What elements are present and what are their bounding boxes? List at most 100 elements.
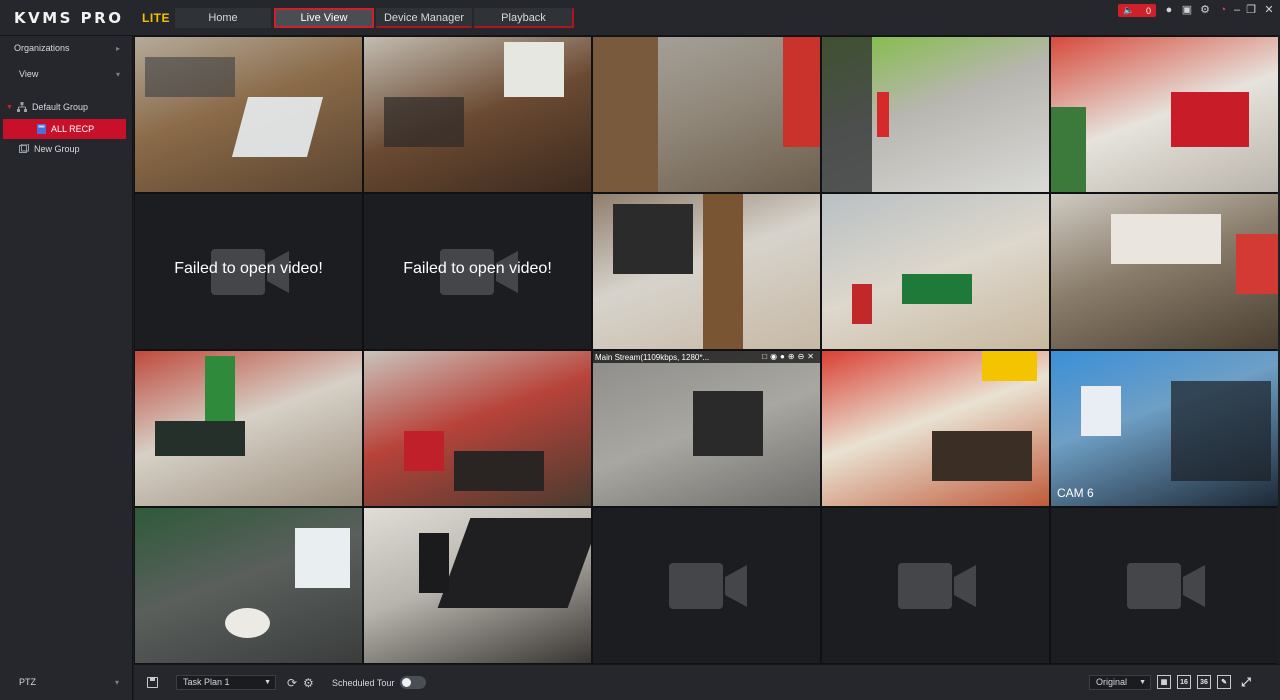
failed-message: Failed to open video! <box>174 260 323 277</box>
chevron-right-icon: ▸ <box>115 43 120 53</box>
performance-icon[interactable]: ◔ <box>1216 4 1230 17</box>
video-frame-detail <box>703 194 743 349</box>
video-cell[interactable] <box>822 37 1049 192</box>
group-tree-icon <box>16 102 27 112</box>
view-item-icon <box>37 124 46 134</box>
video-cell[interactable] <box>364 351 591 506</box>
ptz-panel[interactable]: PTZ ▾ <box>0 664 133 700</box>
video-cell[interactable] <box>1051 37 1278 192</box>
video-cell[interactable] <box>364 37 591 192</box>
video-frame-detail <box>593 37 658 192</box>
video-cell[interactable] <box>1051 194 1278 349</box>
video-frame-detail <box>1051 107 1086 192</box>
video-frame-detail <box>1111 214 1221 264</box>
tour-settings-icon[interactable]: ⚙ <box>303 676 314 690</box>
tree-new-group[interactable]: New Group <box>0 139 133 159</box>
scheduled-tour-label: Scheduled Tour <box>332 678 395 688</box>
video-cell-failed[interactable]: Failed to open video! <box>135 194 362 349</box>
failed-message: Failed to open video! <box>403 260 552 277</box>
video-frame-detail <box>932 431 1032 481</box>
default-group-label: Default Group <box>31 102 88 112</box>
tour-start-icon[interactable]: ⟳ <box>287 676 297 690</box>
video-frame-detail <box>404 431 444 471</box>
close-icon[interactable]: ✕ <box>1262 4 1276 17</box>
video-frame-detail <box>982 351 1037 381</box>
bottom-toolbar: Task Plan 1 ▼ ⟳ ⚙ Scheduled Tour Origina… <box>134 664 1280 700</box>
stream-info-bar: Main Stream(1109kbps, 1280*... □◉●⊕⊖✕ <box>593 351 820 363</box>
video-grid: Failed to open video! Failed to open vid… <box>134 36 1278 664</box>
tab-device-manager[interactable]: Device Manager <box>376 8 472 28</box>
video-cell-empty[interactable] <box>822 508 1049 663</box>
tree-default-group[interactable]: ▼ Default Group <box>0 97 133 117</box>
video-frame-detail <box>231 97 324 157</box>
video-frame-detail <box>852 284 872 324</box>
video-frame-detail <box>454 451 544 491</box>
video-frame-detail <box>613 204 693 274</box>
chevron-down-icon: ▾ <box>114 677 119 687</box>
fullscreen-icon[interactable]: ⤢ <box>1239 675 1253 689</box>
app-logo: KVMS PRO <box>14 9 124 27</box>
video-cell[interactable] <box>135 351 362 506</box>
sidebar-organizations[interactable]: Organizations ▸ <box>0 36 133 60</box>
tab-live-view[interactable]: Live View <box>274 8 374 28</box>
new-group-icon <box>19 144 29 153</box>
video-cell[interactable] <box>364 508 591 663</box>
tab-home[interactable]: Home <box>175 8 271 28</box>
video-frame-detail <box>384 97 464 147</box>
chevron-down-icon: ▾ <box>115 69 120 79</box>
video-frame-detail <box>1236 234 1278 294</box>
title-bar: KVMS PRO LITE Home Live View Device Mana… <box>0 0 1280 36</box>
video-cell[interactable] <box>822 351 1049 506</box>
video-frame-detail <box>225 608 270 638</box>
ptz-label: PTZ <box>19 677 36 687</box>
alarm-badge[interactable]: 🔈 0 <box>1118 4 1156 17</box>
video-cell[interactable]: Main Stream(1109kbps, 1280*... □◉●⊕⊖✕ <box>593 351 820 506</box>
video-frame-detail <box>822 37 872 192</box>
video-cell[interactable] <box>593 194 820 349</box>
video-cell-empty[interactable] <box>1051 508 1278 663</box>
app-edition: LITE <box>142 11 170 25</box>
video-cell[interactable]: CAM 6 <box>1051 351 1278 506</box>
camera-placeholder-icon <box>1127 563 1205 609</box>
camera-placeholder-icon <box>669 563 747 609</box>
layout-36-button[interactable]: 36 <box>1197 675 1211 689</box>
task-plan-value: Task Plan 1 <box>183 677 230 687</box>
user-icon[interactable]: ● <box>1162 4 1176 17</box>
save-view-icon[interactable] <box>147 677 158 688</box>
sidebar-view[interactable]: View ▾ <box>0 62 133 86</box>
organizations-label: Organizations <box>14 43 70 53</box>
layout-edit-icon[interactable]: ✎ <box>1217 675 1231 689</box>
gear-icon[interactable]: ⚙ <box>1198 4 1212 17</box>
video-frame-detail <box>877 92 889 137</box>
video-cell[interactable] <box>135 37 362 192</box>
camera-name: CAM 6 <box>1057 486 1094 500</box>
video-frame-detail <box>693 391 763 456</box>
video-cell-empty[interactable] <box>593 508 820 663</box>
view-mode-value: Original <box>1096 677 1128 687</box>
minimize-icon[interactable]: – <box>1230 4 1244 17</box>
layout-16-button[interactable]: 16 <box>1177 675 1191 689</box>
scheduled-tour-toggle[interactable] <box>400 676 426 689</box>
view-label: View <box>19 69 39 79</box>
layout-custom-icon[interactable]: ▦ <box>1157 675 1171 689</box>
task-plan-select[interactable]: Task Plan 1 ▼ <box>176 675 276 690</box>
sidebar: Organizations ▸ View ▾ ▼ Default Group A… <box>0 36 133 664</box>
tree-item-all-recp[interactable]: ALL RECP <box>3 119 126 139</box>
stream-control-icons[interactable]: □◉●⊕⊖✕ <box>762 352 817 361</box>
video-frame-detail <box>145 57 235 97</box>
video-frame-detail <box>902 274 972 304</box>
video-cell[interactable] <box>822 194 1049 349</box>
lock-icon[interactable]: ▣ <box>1180 4 1194 17</box>
video-cell[interactable] <box>135 508 362 663</box>
video-cell-failed[interactable]: Failed to open video! <box>364 194 591 349</box>
new-group-label: New Group <box>34 144 80 154</box>
video-frame-detail <box>155 421 245 456</box>
video-frame-detail <box>437 518 591 608</box>
restore-icon[interactable]: ❐ <box>1244 4 1258 17</box>
video-frame-detail <box>205 356 235 421</box>
view-mode-select[interactable]: Original ▼ <box>1089 675 1151 690</box>
camera-placeholder-icon <box>898 563 976 609</box>
stream-info-text: Main Stream(1109kbps, 1280*... <box>595 352 710 362</box>
tab-playback[interactable]: Playback <box>474 8 574 28</box>
video-cell[interactable] <box>593 37 820 192</box>
